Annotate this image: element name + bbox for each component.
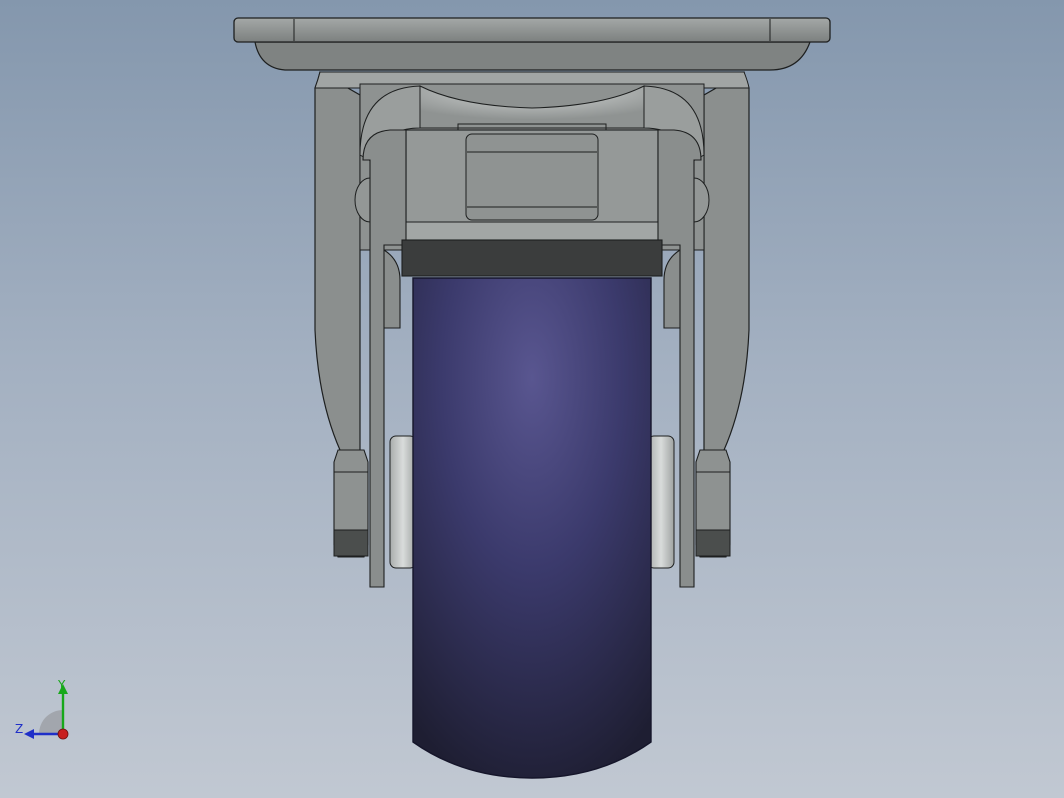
y-axis-label: Y: [58, 678, 66, 692]
right-axle-nut: [695, 449, 731, 558]
left-spacer: [389, 435, 417, 569]
right-spacer: [647, 435, 675, 569]
graphics-viewport[interactable]: Y Z: [0, 0, 1064, 798]
brake-pad: [401, 239, 663, 277]
caster-model[interactable]: [0, 0, 1064, 798]
left-axle-nut: [333, 449, 369, 558]
wheel[interactable]: [412, 277, 652, 779]
z-axis-label: Z: [15, 722, 24, 736]
x-axis-dot-icon: [57, 728, 69, 740]
top-plate: [233, 17, 831, 71]
fork-center-block: [401, 123, 663, 241]
